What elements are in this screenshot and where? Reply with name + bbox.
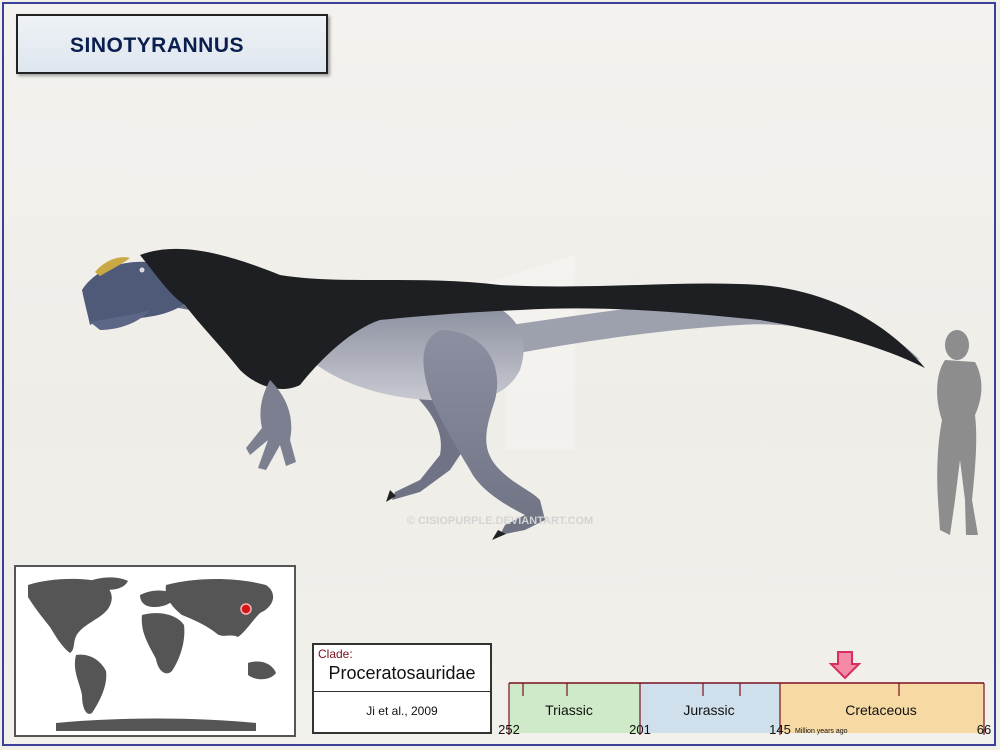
world-map <box>14 565 296 737</box>
tick-252: 252 <box>498 722 520 737</box>
clade-name: Proceratosauridae <box>328 663 476 683</box>
tick-201: 201 <box>629 722 651 737</box>
geologic-timeline: Triassic Jurassic Cretaceous 252 201 145… <box>498 651 991 737</box>
continents <box>28 577 276 731</box>
human-silhouette-icon <box>937 330 982 535</box>
illustration: © CISIOPURPLE.DEVIANTART.COM <box>82 248 982 540</box>
clade-divider <box>314 691 490 692</box>
red-dot-icon <box>240 603 252 615</box>
dinosaur-figure <box>82 248 925 540</box>
period-jurassic: Jurassic <box>683 702 734 718</box>
clade-author: Ji et al., 2009 <box>366 704 438 718</box>
tick-145: 145 <box>769 722 791 737</box>
clade-label: Clade: <box>318 647 353 661</box>
map-graphic <box>28 577 276 731</box>
period-triassic: Triassic <box>545 702 593 718</box>
clade-box: Clade: Proceratosauridae Ji et al., 2009 <box>312 643 492 734</box>
timeline-unit: Million years ago <box>795 728 848 735</box>
period-cretaceous: Cretaceous <box>845 702 917 718</box>
watermark-text: © CISIOPURPLE.DEVIANTART.COM <box>407 515 593 527</box>
down-arrow-icon <box>828 651 862 680</box>
tick-66: 66 <box>977 722 991 737</box>
